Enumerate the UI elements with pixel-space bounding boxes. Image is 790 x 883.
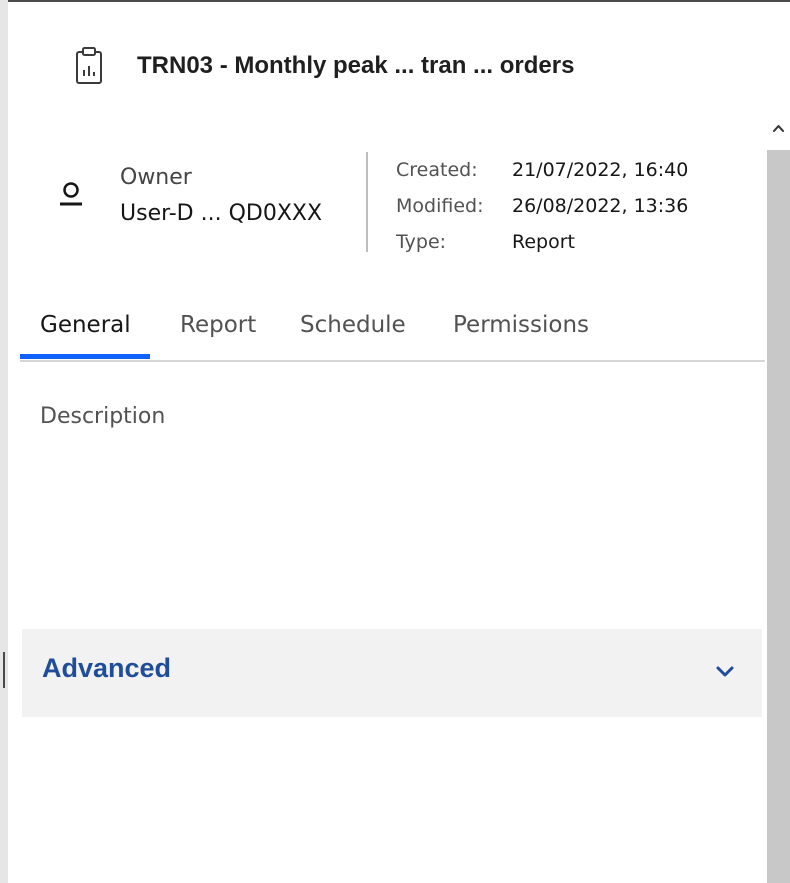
active-tab-indicator — [20, 354, 150, 359]
modified-value: 26/08/2022, 13:36 — [512, 195, 689, 217]
advanced-accordion[interactable]: Advanced — [22, 629, 762, 717]
modified-row: Modified: 26/08/2022, 13:36 — [396, 188, 688, 224]
advanced-label: Advanced — [42, 653, 172, 683]
resize-handle[interactable] — [3, 652, 5, 688]
user-icon — [60, 182, 82, 206]
report-clipboard-icon — [76, 47, 102, 84]
tab-report[interactable]: Report — [180, 312, 256, 338]
type-value: Report — [512, 231, 575, 253]
top-border — [8, 0, 790, 2]
tab-bar: General Report Schedule Permissions — [20, 302, 765, 362]
owner-name: User-D ... QD0XXX — [120, 201, 323, 226]
tab-schedule[interactable]: Schedule — [300, 312, 406, 338]
description-label: Description — [40, 404, 166, 429]
meta-info: Created: 21/07/2022, 16:40 Modified: 26/… — [396, 152, 688, 260]
left-panel-edge — [0, 0, 8, 883]
tab-permissions[interactable]: Permissions — [453, 312, 589, 338]
panel-header: TRN03 - Monthly peak ... tran ... orders — [74, 44, 574, 88]
tab-general[interactable]: General — [40, 312, 131, 338]
type-row: Type: Report — [396, 224, 688, 260]
created-value: 21/07/2022, 16:40 — [512, 159, 689, 181]
owner-block: Owner User-D ... QD0XXX — [58, 160, 322, 232]
properties-panel: TRN03 - Monthly peak ... tran ... orders… — [0, 0, 790, 883]
created-row: Created: 21/07/2022, 16:40 — [396, 152, 688, 188]
scrollbar[interactable] — [767, 150, 790, 883]
chevron-up-icon[interactable] — [767, 118, 790, 146]
created-label: Created: — [396, 159, 478, 181]
modified-label: Modified: — [396, 195, 484, 217]
owner-label: Owner — [120, 165, 192, 190]
chevron-down-icon — [716, 666, 734, 677]
type-label: Type: — [396, 231, 447, 253]
page-title: TRN03 - Monthly peak ... tran ... orders — [137, 52, 575, 79]
vertical-divider — [366, 152, 368, 252]
